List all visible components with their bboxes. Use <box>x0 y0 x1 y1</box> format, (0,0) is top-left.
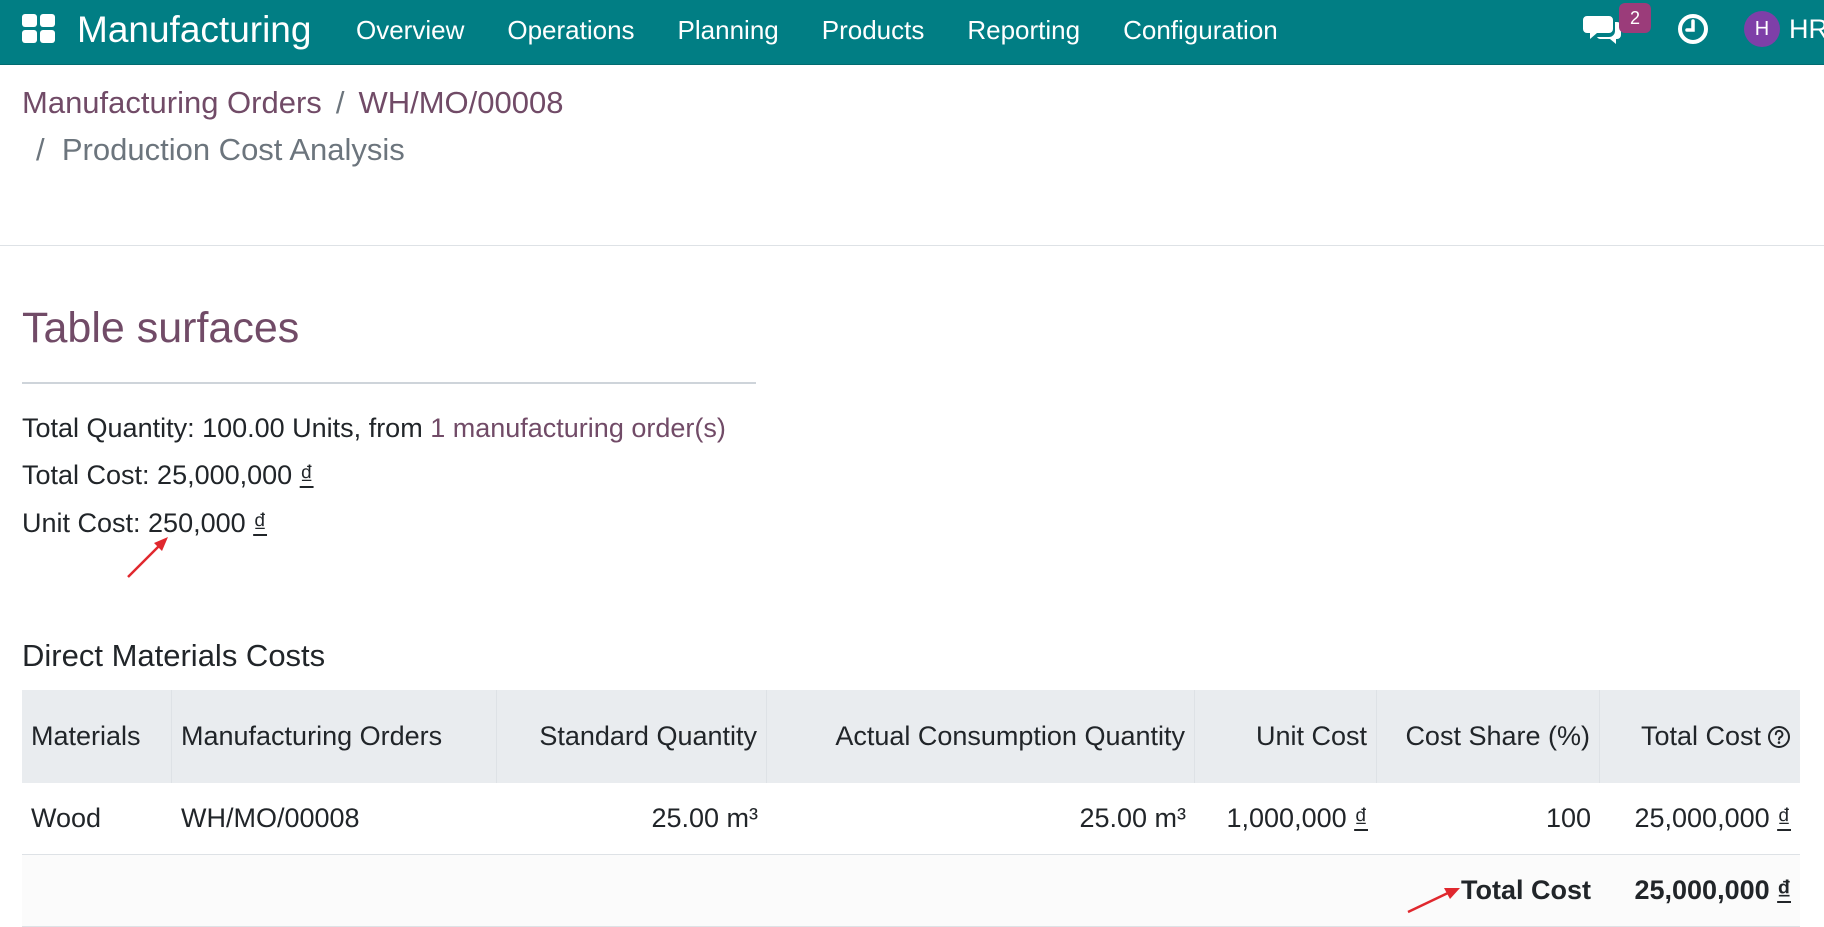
top-navbar: Manufacturing Overview Operations Planni… <box>0 0 1824 65</box>
col-manufacturing-orders[interactable]: Manufacturing Orders <box>172 690 497 783</box>
annotation-arrow-icon <box>1407 888 1460 914</box>
menu-reporting[interactable]: Reporting <box>967 0 1080 60</box>
menu-planning[interactable]: Planning <box>678 0 779 60</box>
breadcrumb-separator: / <box>36 132 45 167</box>
col-materials[interactable]: Materials <box>22 690 172 783</box>
total-cost-text: Total Cost: 25,000,000 <box>22 460 293 490</box>
currency-symbol: ₫ <box>1354 803 1368 833</box>
total-quantity-line: Total Quantity: 100.00 Units, from 1 man… <box>22 411 726 445</box>
cell-cost-share: 100 <box>1545 803 1591 833</box>
app-name[interactable]: Manufacturing <box>77 8 311 52</box>
col-standard-quantity[interactable]: Standard Quantity <box>497 690 767 783</box>
cell-unit-cost: 1,000,000 ₫ <box>1195 783 1377 854</box>
menu-configuration[interactable]: Configuration <box>1123 0 1278 60</box>
menu-products[interactable]: Products <box>822 0 925 60</box>
app-menu-icon[interactable] <box>22 14 57 44</box>
breadcrumb-separator: / <box>335 85 345 120</box>
unit-cost-value: 1,000,000 <box>1226 803 1347 833</box>
breadcrumb: Manufacturing Orders / WH/MO/00008 <box>22 84 563 122</box>
cell-standard-qty: 25.00 m³ <box>651 803 758 833</box>
total-quantity-text: Total Quantity: 100.00 Units, from <box>22 413 423 443</box>
title-divider <box>22 382 756 384</box>
breadcrumb-manufacturing-orders[interactable]: Manufacturing Orders <box>22 85 322 120</box>
chat-icon[interactable] <box>1583 12 1623 48</box>
footer-total-amount: 25,000,000 <box>1634 875 1770 905</box>
menu-overview[interactable]: Overview <box>356 0 464 60</box>
cell-total-cost: 25,000,000 ₫ <box>1600 783 1800 854</box>
activity-clock-icon[interactable] <box>1676 12 1710 46</box>
direct-materials-title: Direct Materials Costs <box>22 638 326 673</box>
report-title: Table surfaces <box>22 304 300 352</box>
menu-operations[interactable]: Operations <box>507 0 634 60</box>
currency-symbol: ₫ <box>253 508 268 538</box>
table-footer-row: Total Cost 25,000,000 ₫ <box>22 855 1800 927</box>
table-header-row: Materials Manufacturing Orders Standard … <box>22 690 1800 783</box>
breadcrumb-order[interactable]: WH/MO/00008 <box>358 85 563 120</box>
footer-total-value: 25,000,000 ₫ <box>1600 855 1800 926</box>
help-icon[interactable] <box>1767 725 1791 749</box>
cell-order[interactable]: WH/MO/00008 <box>172 783 497 854</box>
header-divider <box>0 245 1824 246</box>
col-unit-cost[interactable]: Unit Cost <box>1195 690 1377 783</box>
total-cost-line: Total Cost: 25,000,000 ₫ <box>22 458 314 492</box>
chat-badge[interactable]: 2 <box>1619 3 1651 33</box>
currency-symbol: ₫ <box>1777 875 1791 905</box>
col-total-cost-label: Total Cost <box>1640 721 1761 751</box>
user-name[interactable]: HR <box>1789 12 1824 46</box>
breadcrumb-current-line: / Production Cost Analysis <box>36 131 405 169</box>
cell-material: Wood <box>31 803 102 833</box>
col-cost-share[interactable]: Cost Share (%) <box>1377 690 1600 783</box>
col-total-cost[interactable]: Total Cost <box>1600 690 1800 783</box>
breadcrumb-current: Production Cost Analysis <box>61 132 405 167</box>
main-menu: Overview Operations Planning Products Re… <box>356 0 1321 60</box>
currency-symbol: ₫ <box>1777 803 1791 833</box>
col-actual-consumption-quantity[interactable]: Actual Consumption Quantity <box>767 690 1195 783</box>
cell-actual-qty: 25.00 m³ <box>1079 803 1186 833</box>
total-cost-value: 25,000,000 <box>1634 803 1770 833</box>
annotation-arrow-icon <box>127 537 168 578</box>
table-row: Wood WH/MO/00008 25.00 m³ 25.00 m³ 1,000… <box>22 783 1800 855</box>
user-avatar[interactable]: H <box>1744 11 1780 47</box>
manufacturing-orders-link[interactable]: 1 manufacturing order(s) <box>430 413 726 443</box>
currency-symbol: ₫ <box>299 460 314 490</box>
